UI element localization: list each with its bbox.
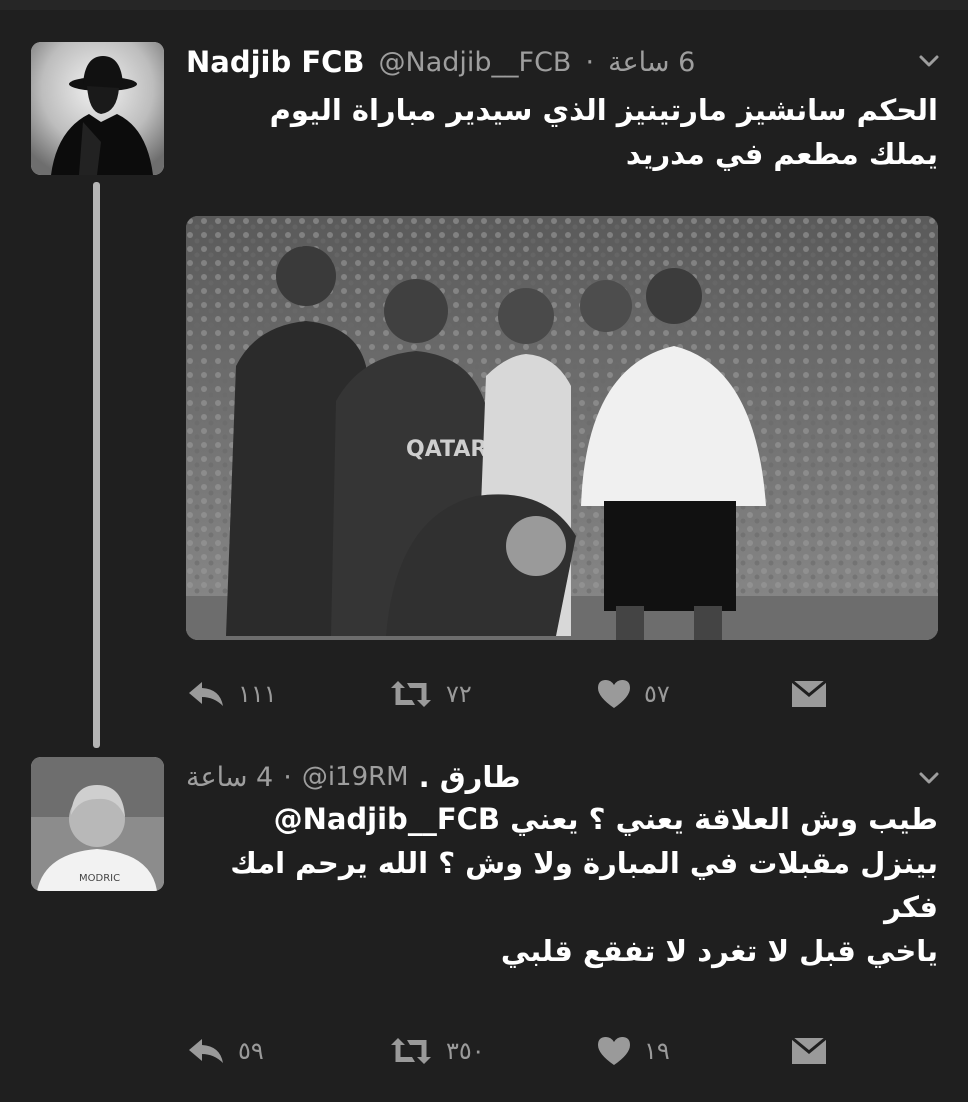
like-button[interactable]: ١٩ <box>596 1029 670 1073</box>
chevron-down-icon[interactable] <box>918 767 940 789</box>
direct-message-button[interactable] <box>790 1029 828 1073</box>
tweet-text-line: بينزل مقبلات في المبارة ولا وش ؟ الله ير… <box>230 846 938 880</box>
retweet-button[interactable]: ٧٢ <box>388 672 472 716</box>
reply-arrow-icon <box>189 682 223 706</box>
football-match-photo: QATAR <box>186 216 938 640</box>
separator-dot: · <box>585 46 595 78</box>
tweet-text: الحكم سانشيز مارتينيز الذي سيدير مباراة … <box>186 88 938 176</box>
tweet-actions: ١١١ ٧٢ ٥٧ <box>186 672 868 716</box>
avatar[interactable]: MODRIC <box>31 757 164 891</box>
reply-count: ٥٩ <box>238 1037 264 1065</box>
tweet-2: MODRIC طارق . @i19RM · 4 ساعة طيب وش الع… <box>0 745 968 1102</box>
timestamp[interactable]: 4 ساعة <box>186 762 273 793</box>
tweet-text-line-rest: طيب وش العلاقة يعني ؟ يعني <box>510 802 938 836</box>
retweet-icon <box>391 1038 431 1064</box>
tweet-text-line: ياخي قبل لا تغرد لا تفقع قلبي <box>500 934 938 968</box>
direct-message-button[interactable] <box>790 672 828 716</box>
retweet-button[interactable]: ٣٥٠ <box>388 1029 485 1073</box>
avatar-image-spy <box>31 42 164 175</box>
tweet-header: طارق . @i19RM · 4 ساعة <box>186 757 908 797</box>
envelope-icon <box>791 679 827 707</box>
handle[interactable]: @i19RM <box>302 762 409 792</box>
retweet-count: ٣٥٠ <box>446 1037 485 1065</box>
tweet-media-photo[interactable]: QATAR <box>186 216 938 640</box>
tweet-text-line: طيب وش العلاقة يعني ؟ يعني @Nadjib__FCB <box>186 797 938 841</box>
heart-icon <box>598 1037 630 1065</box>
tweet-text-line: الحكم سانشيز مارتينيز الذي سيدير مباراة … <box>269 93 938 127</box>
avatar[interactable] <box>31 42 164 175</box>
like-count: ١٩ <box>644 1037 670 1065</box>
svg-text:MODRIC: MODRIC <box>79 873 120 884</box>
heart-icon <box>598 680 630 708</box>
reply-button[interactable]: ١١١ <box>186 672 277 716</box>
top-edge <box>0 0 968 10</box>
tweet-actions: ٥٩ ٣٥٠ ١٩ <box>186 1029 868 1073</box>
separator-dot: · <box>283 761 292 793</box>
reply-count: ١١١ <box>238 680 277 708</box>
tweet-text-line: يملك مطعم في مدريد <box>625 137 938 171</box>
like-count: ٥٧ <box>644 680 670 708</box>
retweet-count: ٧٢ <box>446 680 472 708</box>
retweet-icon <box>391 681 431 707</box>
avatar-image-player: MODRIC <box>31 757 164 891</box>
thread-connector-line <box>93 182 100 748</box>
tweet-1: Nadjib FCB @Nadjib__FCB · 6 ساعة الحكم س… <box>0 28 968 748</box>
tweet-text: طيب وش العلاقة يعني ؟ يعني @Nadjib__FCB … <box>186 797 938 973</box>
handle[interactable]: @Nadjib__FCB <box>379 47 572 78</box>
tweet-text-line: فكر <box>884 890 938 924</box>
display-name[interactable]: طارق . <box>419 760 521 794</box>
tweet-header: Nadjib FCB @Nadjib__FCB · 6 ساعة <box>186 42 908 82</box>
chevron-down-icon[interactable] <box>918 50 940 72</box>
svg-text:QATAR: QATAR <box>406 437 487 462</box>
mention-link[interactable]: @Nadjib__FCB <box>274 802 500 836</box>
display-name[interactable]: Nadjib FCB <box>186 45 365 79</box>
reply-button[interactable]: ٥٩ <box>186 1029 264 1073</box>
reply-arrow-icon <box>189 1039 223 1063</box>
like-button[interactable]: ٥٧ <box>596 672 670 716</box>
timestamp[interactable]: 6 ساعة <box>608 47 695 78</box>
envelope-icon <box>791 1036 827 1064</box>
